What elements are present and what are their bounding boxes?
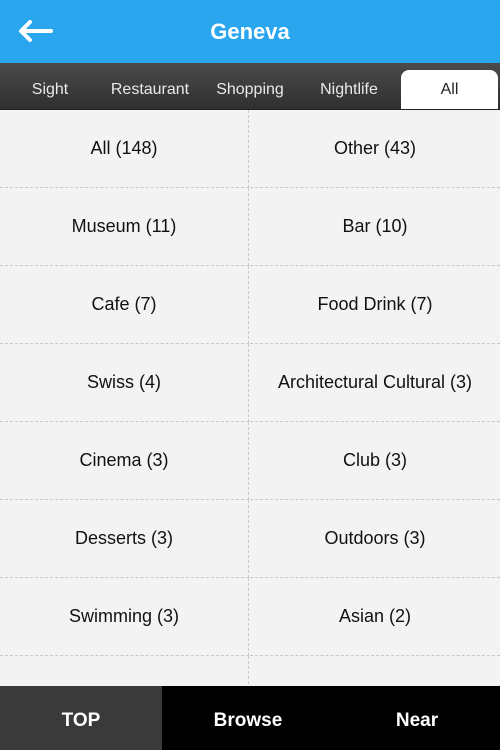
tab-sight[interactable]: Sight (0, 70, 100, 109)
category-cell[interactable]: Asian (2) (250, 578, 500, 656)
tab-nightlife[interactable]: Nightlife (300, 70, 398, 109)
category-cell[interactable]: Cinema (3) (0, 422, 249, 500)
category-cell[interactable]: Swiss (4) (0, 344, 249, 422)
category-cell[interactable] (250, 656, 500, 686)
page-title: Geneva (210, 19, 290, 44)
category-cell[interactable]: Architectural Cultural (3) (250, 344, 500, 422)
category-cell[interactable]: Outdoors (3) (250, 500, 500, 578)
header-bar: Geneva (0, 0, 500, 63)
tab-shopping[interactable]: Shopping (200, 70, 300, 109)
category-cell[interactable]: Club (3) (250, 422, 500, 500)
category-cell[interactable] (0, 656, 249, 686)
category-cell[interactable]: Swimming (3) (0, 578, 249, 656)
bottom-tab-near[interactable]: Near (334, 686, 500, 750)
category-cell[interactable]: Museum (11) (0, 188, 249, 266)
tab-restaurant[interactable]: Restaurant (100, 70, 200, 109)
bottom-tab-bar: TOP Browse Near (0, 686, 500, 750)
category-cell[interactable]: Food Drink (7) (250, 266, 500, 344)
category-cell[interactable]: Bar (10) (250, 188, 500, 266)
category-cell[interactable]: Cafe (7) (0, 266, 249, 344)
category-cell[interactable]: Desserts (3) (0, 500, 249, 578)
bottom-tab-top[interactable]: TOP (0, 686, 162, 750)
category-cell[interactable]: Other (43) (250, 110, 500, 188)
category-cell[interactable]: All (148) (0, 110, 249, 188)
bottom-tab-browse[interactable]: Browse (162, 686, 334, 750)
category-tabs: Sight Restaurant Shopping Nightlife All (0, 63, 500, 110)
tab-all[interactable]: All (401, 70, 498, 109)
category-grid: All (148) Other (43) Museum (11) Bar (10… (0, 110, 500, 686)
